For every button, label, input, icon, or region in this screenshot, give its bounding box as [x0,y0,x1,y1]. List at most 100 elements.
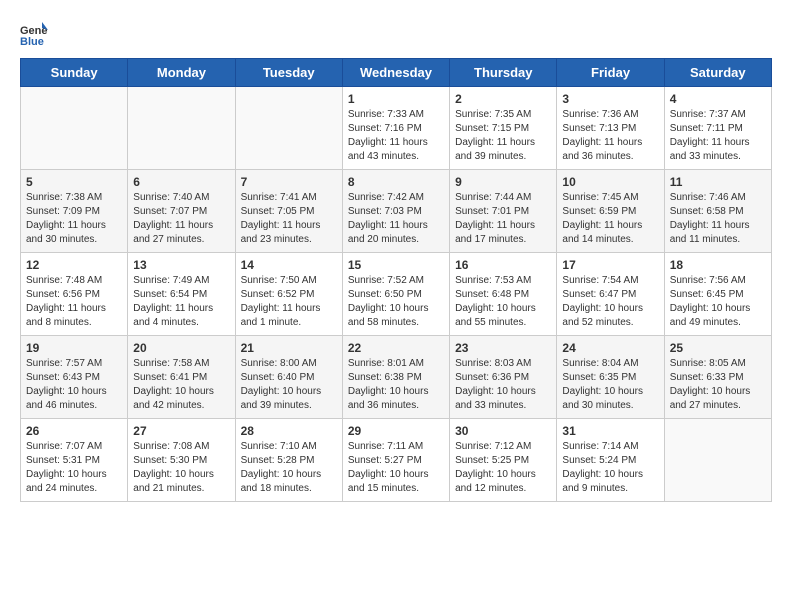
svg-text:Blue: Blue [20,36,44,48]
day-number: 31 [562,424,658,438]
calendar-table: SundayMondayTuesdayWednesdayThursdayFrid… [20,58,772,502]
day-number: 2 [455,92,551,106]
day-info: Sunrise: 8:00 AM Sunset: 6:40 PM Dayligh… [241,357,337,413]
day-cell-3: 3Sunrise: 7:36 AM Sunset: 7:13 PM Daylig… [557,87,664,170]
day-cell-2: 2 Sunrise: 7:35 AM Sunset: 7:15 PM Daylig… [450,87,557,170]
day-info: Sunrise: 8:05 AM Sunset: 6:33 PM Dayligh… [670,357,766,413]
week-row-5: 26 Sunrise: 7:07 AM Sunset: 5:31 PM Dayli… [21,419,772,502]
day-cell-17: 17 Sunrise: 7:54 AM Sunset: 6:47 PM Dayli… [557,253,664,336]
day-cell-27: 27 Sunrise: 7:08 AM Sunset: 5:30 PM Dayli… [128,419,235,502]
day-cell-28: 28 Sunrise: 7:10 AM Sunset: 5:28 PM Dayli… [235,419,342,502]
day-info: Sunrise: 7:57 AM Sunset: 6:43 PM Dayligh… [26,357,122,413]
day-cell-16: 16Sunrise: 7:53 AM Sunset: 6:48 PM Dayli… [450,253,557,336]
day-info: Sunrise: 8:04 AM Sunset: 6:35 PM Dayligh… [562,357,658,413]
day-info: Sunrise: 7:35 AM Sunset: 7:15 PM Dayligh… [455,108,551,164]
week-row-2: 5 Sunrise: 7:38 AM Sunset: 7:09 PM Daylig… [21,170,772,253]
day-number: 4 [670,92,766,106]
day-info: Sunrise: 7:11 AM Sunset: 5:27 PM Dayligh… [348,440,444,496]
day-number: 6 [133,175,229,189]
empty-cell [235,87,342,170]
day-info: Sunrise: 8:03 AM Sunset: 6:36 PM Dayligh… [455,357,551,413]
day-info: Sunrise: 7:44 AM Sunset: 7:01 PM Dayligh… [455,191,551,247]
day-info: Sunrise: 7:52 AM Sunset: 6:50 PM Dayligh… [348,274,444,330]
day-info: Sunrise: 7:41 AM Sunset: 7:05 PM Dayligh… [241,191,337,247]
day-header-thursday: Thursday [450,59,557,87]
day-header-tuesday: Tuesday [235,59,342,87]
header-row: SundayMondayTuesdayWednesdayThursdayFrid… [21,59,772,87]
logo-icon: General Blue [20,20,48,48]
day-number: 8 [348,175,444,189]
day-cell-29: 29 Sunrise: 7:11 AM Sunset: 5:27 PM Dayli… [342,419,449,502]
day-cell-26: 26 Sunrise: 7:07 AM Sunset: 5:31 PM Dayli… [21,419,128,502]
day-info: Sunrise: 7:40 AM Sunset: 7:07 PM Dayligh… [133,191,229,247]
day-cell-31: 31Sunrise: 7:14 AM Sunset: 5:24 PM Dayli… [557,419,664,502]
day-cell-9: 9 Sunrise: 7:44 AM Sunset: 7:01 PM Daylig… [450,170,557,253]
day-number: 5 [26,175,122,189]
day-info: Sunrise: 7:48 AM Sunset: 6:56 PM Dayligh… [26,274,122,330]
day-info: Sunrise: 7:36 AM Sunset: 7:13 PM Dayligh… [562,108,658,164]
empty-cell [128,87,235,170]
day-info: Sunrise: 8:01 AM Sunset: 6:38 PM Dayligh… [348,357,444,413]
day-cell-1: 1Sunrise: 7:33 AM Sunset: 7:16 PM Daylig… [342,87,449,170]
day-info: Sunrise: 7:08 AM Sunset: 5:30 PM Dayligh… [133,440,229,496]
day-cell-18: 18Sunrise: 7:56 AM Sunset: 6:45 PM Dayli… [664,253,771,336]
empty-cell [21,87,128,170]
day-header-wednesday: Wednesday [342,59,449,87]
page: General Blue SundayMondayTuesdayWednesda… [0,0,792,518]
day-info: Sunrise: 7:33 AM Sunset: 7:16 PM Dayligh… [348,108,444,164]
day-cell-14: 14 Sunrise: 7:50 AM Sunset: 6:52 PM Dayli… [235,253,342,336]
day-cell-12: 12 Sunrise: 7:48 AM Sunset: 6:56 PM Dayli… [21,253,128,336]
day-cell-11: 11Sunrise: 7:46 AM Sunset: 6:58 PM Dayli… [664,170,771,253]
day-cell-7: 7Sunrise: 7:41 AM Sunset: 7:05 PM Daylig… [235,170,342,253]
day-info: Sunrise: 7:49 AM Sunset: 6:54 PM Dayligh… [133,274,229,330]
day-cell-15: 15 Sunrise: 7:52 AM Sunset: 6:50 PM Dayli… [342,253,449,336]
header-area: General Blue [20,16,772,48]
day-info: Sunrise: 7:50 AM Sunset: 6:52 PM Dayligh… [241,274,337,330]
day-number: 25 [670,341,766,355]
day-header-sunday: Sunday [21,59,128,87]
day-number: 21 [241,341,337,355]
day-cell-20: 20 Sunrise: 7:58 AM Sunset: 6:41 PM Dayli… [128,336,235,419]
day-cell-10: 10 Sunrise: 7:45 AM Sunset: 6:59 PM Dayli… [557,170,664,253]
day-number: 12 [26,258,122,272]
day-info: Sunrise: 7:12 AM Sunset: 5:25 PM Dayligh… [455,440,551,496]
day-cell-8: 8 Sunrise: 7:42 AM Sunset: 7:03 PM Daylig… [342,170,449,253]
day-number: 28 [241,424,337,438]
day-number: 24 [562,341,658,355]
day-info: Sunrise: 7:45 AM Sunset: 6:59 PM Dayligh… [562,191,658,247]
day-cell-22: 22Sunrise: 8:01 AM Sunset: 6:38 PM Dayli… [342,336,449,419]
day-info: Sunrise: 7:54 AM Sunset: 6:47 PM Dayligh… [562,274,658,330]
day-number: 15 [348,258,444,272]
day-header-saturday: Saturday [664,59,771,87]
day-info: Sunrise: 7:42 AM Sunset: 7:03 PM Dayligh… [348,191,444,247]
day-info: Sunrise: 7:37 AM Sunset: 7:11 PM Dayligh… [670,108,766,164]
week-row-1: 1Sunrise: 7:33 AM Sunset: 7:16 PM Daylig… [21,87,772,170]
day-number: 19 [26,341,122,355]
day-header-monday: Monday [128,59,235,87]
day-number: 13 [133,258,229,272]
logo: General Blue [20,20,52,48]
day-info: Sunrise: 7:10 AM Sunset: 5:28 PM Dayligh… [241,440,337,496]
day-number: 9 [455,175,551,189]
day-number: 11 [670,175,766,189]
day-cell-30: 30 Sunrise: 7:12 AM Sunset: 5:25 PM Dayli… [450,419,557,502]
day-info: Sunrise: 7:38 AM Sunset: 7:09 PM Dayligh… [26,191,122,247]
day-info: Sunrise: 7:07 AM Sunset: 5:31 PM Dayligh… [26,440,122,496]
day-number: 26 [26,424,122,438]
week-row-4: 19 Sunrise: 7:57 AM Sunset: 6:43 PM Dayli… [21,336,772,419]
day-cell-5: 5 Sunrise: 7:38 AM Sunset: 7:09 PM Daylig… [21,170,128,253]
day-number: 16 [455,258,551,272]
day-number: 14 [241,258,337,272]
day-cell-25: 25 Sunrise: 8:05 AM Sunset: 6:33 PM Dayli… [664,336,771,419]
day-number: 29 [348,424,444,438]
day-number: 30 [455,424,551,438]
day-number: 27 [133,424,229,438]
day-number: 10 [562,175,658,189]
day-info: Sunrise: 7:58 AM Sunset: 6:41 PM Dayligh… [133,357,229,413]
day-number: 17 [562,258,658,272]
day-cell-13: 13 Sunrise: 7:49 AM Sunset: 6:54 PM Dayli… [128,253,235,336]
day-number: 20 [133,341,229,355]
day-cell-23: 23Sunrise: 8:03 AM Sunset: 6:36 PM Dayli… [450,336,557,419]
day-number: 18 [670,258,766,272]
day-header-friday: Friday [557,59,664,87]
